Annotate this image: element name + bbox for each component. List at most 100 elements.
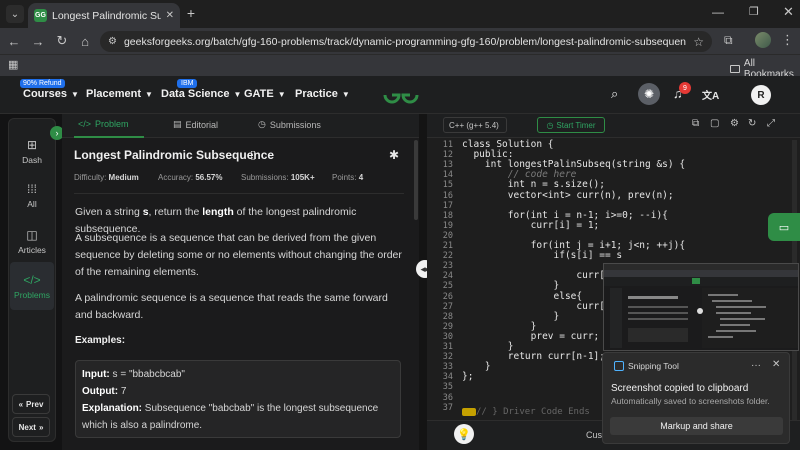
tab-problem[interactable]: </> Problem [78,119,129,129]
reload-icon[interactable]: ↻ [52,31,72,51]
line-number: 16 [442,190,453,201]
report-bug-icon[interactable]: ✱ [389,148,399,162]
toast-app-name: Snipping Tool [614,361,679,371]
code-icon: </> [23,272,41,287]
url-text: geeksforgeeks.org/batch/gfg-160-problems… [123,35,687,48]
window-close-icon[interactable]: ✕ [783,4,794,20]
user-avatar[interactable]: R [751,85,771,105]
prev-button[interactable]: «Prev [12,394,50,414]
line-number: 22 [442,251,453,262]
tab-title: Longest Palindromic Subseque [52,9,161,22]
toast-close-icon[interactable]: ✕ [772,359,780,370]
line-number: 32 [442,352,453,363]
tab-submissions[interactable]: ◷ Submissions [258,119,321,130]
rail-item-dash-label: Dash [22,154,42,165]
line-number: 33 [442,362,453,373]
refund-badge: 90% Refund [20,79,65,88]
address-bar[interactable]: ⚙ geeksforgeeks.org/batch/gfg-160-proble… [100,31,712,52]
fullscreen-icon[interactable]: ⤢ [767,118,775,129]
subsequence-definition: A subsequence is a sequence that can be … [75,232,402,278]
difficulty: Difficulty: Medium [74,173,139,182]
notification-count: 9 [679,82,691,94]
reset-icon[interactable]: ↻ [748,118,756,129]
window-maximize-icon[interactable]: ❐ [749,5,759,18]
lightbulb-icon[interactable]: 💡 [454,424,474,444]
back-icon[interactable]: ← [4,31,24,51]
line-number: 29 [442,321,453,332]
browser-menu-icon[interactable]: ⋮ [781,32,794,48]
double-chevron-left-icon: « [18,399,24,409]
submissions: Submissions: 105K+ [241,173,315,182]
example-input: Input: s = "bbabcbcab" [82,369,185,380]
theme-toggle-icon[interactable]: ✺ [638,83,660,105]
browser-tab[interactable]: GG Longest Palindromic Subseque ✕ [28,3,180,28]
site-info-icon[interactable]: ⚙ [108,36,117,47]
line-number: 31 [442,342,453,352]
extensions-icon[interactable]: ⧉ [724,33,733,48]
code-line[interactable]: vector<int> curr(n), prev(n); [462,190,674,201]
tab-close-icon[interactable]: ✕ [166,10,174,21]
menu-practice[interactable]: Practice ▼ [295,88,350,100]
markup-and-share-button[interactable]: Markup and share [610,417,783,435]
menu-data-science-label: Data Science [161,88,230,100]
rail-item-problems[interactable]: </> Problems [10,262,54,310]
code-line[interactable]: }; [462,371,473,382]
code-icon: </> [78,119,92,129]
menu-data-science[interactable]: Data Science ▼ [161,88,241,100]
folded-driver-code[interactable]: // } Driver Code Ends [462,407,590,419]
toast-more-icon[interactable]: ··· [751,360,761,371]
language-select[interactable]: C++ (g++ 5.4) [443,117,507,133]
next-label: Next [18,422,36,432]
clock-icon: ◷ [258,119,266,129]
grid-icon: ⁞⁞⁞ [26,181,37,196]
ibm-badge: IBM [177,79,198,88]
copy-icon[interactable]: ⧉ [692,118,699,129]
translate-icon[interactable]: 文A [702,87,719,102]
line-number: 37 [442,402,453,413]
code-line[interactable]: if(s[i] == s [462,250,623,261]
panel-splitter[interactable] [419,114,427,450]
start-timer-button[interactable]: ◷ Start Timer [537,117,605,133]
code-line[interactable]: curr[i] = 1; [462,220,600,231]
rail-item-dash[interactable]: ⊞ Dash [10,128,54,174]
forward-icon[interactable]: → [28,31,48,51]
home-icon[interactable]: ⌂ [75,31,95,51]
language-label: C++ (g++ 5.4) [449,120,499,130]
menu-placement[interactable]: Placement ▼ [86,88,153,100]
menu-gate[interactable]: GATE ▼ [244,88,286,100]
tab-search-icon[interactable]: ⌄ [6,5,24,23]
bookmark-star-icon[interactable]: ☆ [693,35,704,49]
menu-courses-label: Courses [23,88,68,100]
rail-item-articles[interactable]: ◫ Articles [10,218,54,264]
screenshot-preview[interactable] [603,263,799,351]
window-minimize-icon[interactable]: — [712,5,724,19]
chevron-down-icon: ▼ [233,89,242,99]
active-tab-indicator [74,136,144,138]
gfg-logo[interactable] [381,84,421,106]
line-number: 24 [442,271,453,282]
rail-item-all[interactable]: ⁞⁞⁞ All [10,172,54,218]
search-icon[interactable]: ⌕ [611,86,618,102]
menu-courses[interactable]: Courses ▼ [23,88,79,100]
problem-scrollbar[interactable] [414,140,418,220]
new-tab-icon[interactable]: + [183,5,199,21]
bookmark-icon[interactable]: ▯ [250,148,256,161]
apps-grid-icon[interactable]: ▦ [8,58,18,71]
menu-placement-label: Placement [86,88,142,100]
settings-icon[interactable]: ⚙ [730,118,739,129]
fold-marker-icon[interactable] [462,407,476,416]
next-button[interactable]: Next» [12,417,50,437]
file-icon[interactable]: ▢ [710,118,719,129]
line-number: 19 [442,220,453,231]
fold-text: // } Driver Code Ends [476,407,590,417]
rail-item-all-label: All [27,198,37,209]
line-number: 15 [442,180,453,191]
profile-avatar[interactable] [755,32,771,48]
chat-icon[interactable]: ▭ [768,213,800,241]
toast-title: Screenshot copied to clipboard [611,383,749,394]
document-icon: ▤ [173,119,182,129]
tab-editorial[interactable]: ▤ Editorial [173,119,218,130]
examples-heading: Examples: [75,335,126,346]
dashboard-icon: ⊞ [26,137,38,152]
rail-item-problems-label: Problems [14,289,50,300]
